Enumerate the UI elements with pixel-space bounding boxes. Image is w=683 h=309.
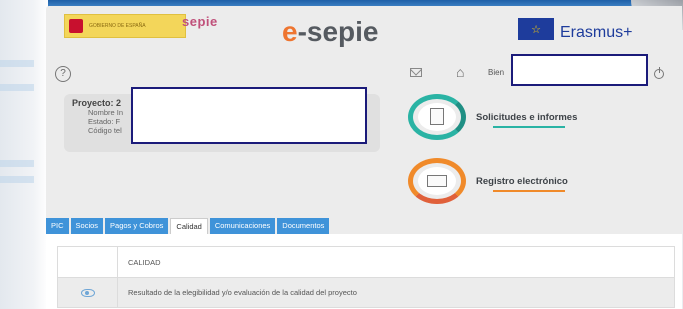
table-header-calidad: CALIDAD (128, 257, 161, 267)
table-action-cell (58, 278, 118, 307)
solicitudes-circle[interactable] (408, 94, 468, 140)
table-header-row: CALIDAD (58, 247, 674, 277)
help-icon[interactable]: ? (55, 66, 71, 82)
coat-of-arms-icon (69, 19, 83, 33)
welcome-text: Bien (488, 68, 505, 77)
app-title-rest: -sepie (297, 16, 379, 47)
table-row: Resultado de la elegibilidad y/o evaluac… (58, 277, 674, 307)
document-icon (430, 108, 444, 125)
tab-calidad[interactable]: Calidad (170, 218, 208, 234)
app-screen: GOBIERNO DE ESPAÑA sepie e-sepie ☆ Erasm… (46, 6, 682, 309)
tab-documentos[interactable]: Documentos (277, 218, 330, 234)
government-logo-text: GOBIERNO DE ESPAÑA (89, 23, 146, 29)
power-icon[interactable] (654, 67, 664, 79)
table-row-text: Resultado de la elegibilidad y/o evaluac… (128, 288, 357, 297)
registro-link[interactable]: Registro electrónico (476, 176, 568, 187)
eu-flag-icon: ☆ (518, 18, 554, 40)
tab-bar: PIC Socios Pagos y Cobros Calidad Comuni… (46, 218, 331, 234)
header: GOBIERNO DE ESPAÑA sepie e-sepie ☆ Erasm… (46, 6, 682, 50)
home-icon[interactable]: ⌂ (456, 64, 464, 80)
government-logo: GOBIERNO DE ESPAÑA (64, 14, 186, 38)
sepie-logo: sepie (182, 14, 218, 29)
tab-pagos-cobros[interactable]: Pagos y Cobros (105, 218, 169, 234)
solicitudes-link[interactable]: Solicitudes e informes (476, 112, 577, 123)
quality-table: CALIDAD Resultado de la elegibilidad y/o… (57, 246, 675, 308)
eu-flag-stars: ☆ (531, 23, 541, 36)
redacted-username (511, 54, 648, 86)
eye-icon[interactable] (80, 288, 95, 297)
tab-comunicaciones[interactable]: Comunicaciones (209, 218, 276, 234)
solicitudes-underline (493, 126, 565, 128)
redacted-project-details (131, 87, 367, 144)
tab-socios[interactable]: Socios (70, 218, 104, 234)
registro-circle[interactable] (408, 158, 468, 204)
registro-underline (493, 190, 565, 192)
erasmus-logo: Erasmus+ (560, 24, 633, 41)
mail-icon[interactable] (410, 68, 422, 77)
background-left (0, 0, 48, 309)
envelope-icon (427, 175, 447, 187)
tab-pic[interactable]: PIC (46, 218, 69, 234)
table-header-cell-empty (58, 247, 118, 277)
app-title-e: e (282, 16, 298, 47)
tab-content: CALIDAD Resultado de la elegibilidad y/o… (46, 234, 682, 309)
app-title: e-sepie (282, 18, 379, 46)
